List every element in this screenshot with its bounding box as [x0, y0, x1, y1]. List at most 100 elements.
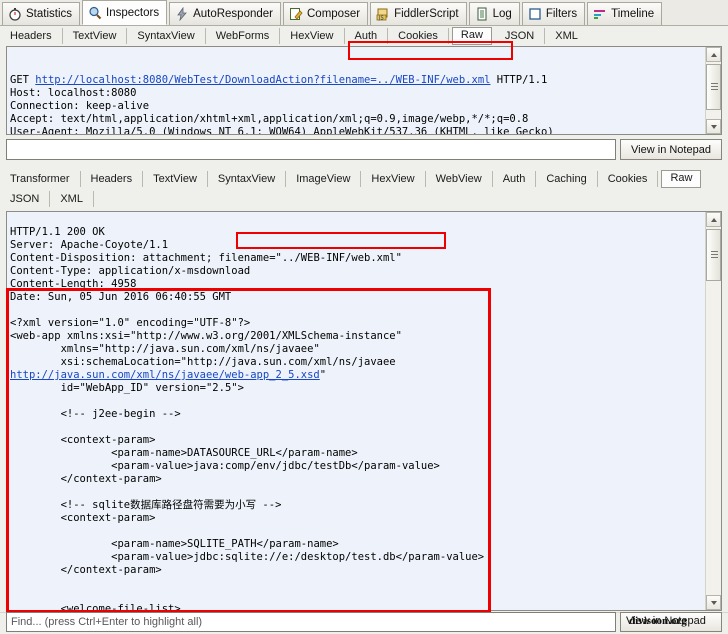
main-tab-autoresponder-label: AutoResponder	[193, 8, 273, 20]
panel-splitter[interactable]	[0, 162, 728, 167]
response-tab-raw[interactable]: Raw	[661, 169, 702, 188]
main-tab-fiddlerscript[interactable]: JS FiddlerScript	[370, 2, 467, 25]
response-tab-textview[interactable]: TextView	[143, 170, 208, 187]
request-tab-cookies[interactable]: Cookies	[388, 27, 449, 44]
response-filename-value: filename="../WEB-INF/web.xml"	[218, 252, 402, 264]
response-tab-auth[interactable]: Auth	[493, 170, 537, 187]
request-tab-raw-label: Raw	[460, 28, 483, 41]
response-tab-json-label: JSON	[10, 192, 40, 205]
request-query-highlight: filename=../WEB-INF/web.xml	[319, 74, 491, 86]
request-tab-textview-label: TextView	[72, 29, 117, 42]
response-tab-headers[interactable]: Headers	[81, 170, 144, 187]
response-tab-headers-label: Headers	[90, 172, 133, 185]
pencil-note-icon	[289, 7, 303, 21]
response-view-in-notepad-button[interactable]: View in Notepad divisoon.org	[620, 612, 722, 632]
response-raw-text[interactable]: HTTP/1.1 200 OK Server: Apache-Coyote/1.…	[7, 212, 721, 611]
request-tab-json[interactable]: JSON	[495, 27, 546, 44]
main-tab-autoresponder[interactable]: AutoResponder	[169, 2, 281, 25]
main-tab-inspectors[interactable]: Inspectors	[82, 0, 168, 25]
response-tab-textview-label: TextView	[153, 172, 197, 185]
response-tab-caching[interactable]: Caching	[536, 170, 598, 187]
magnifier-icon	[88, 6, 102, 20]
response-tab-hexview[interactable]: HexView	[361, 170, 426, 187]
main-tab-statistics[interactable]: Statistics	[2, 2, 81, 25]
response-body-schema-link[interactable]: http://java.sun.com/xml/ns/javaee/web-ap…	[10, 369, 320, 381]
scroll-thumb-request[interactable]	[706, 64, 721, 110]
response-tab-raw-label: Raw	[670, 171, 693, 184]
scroll-up-arrow-request[interactable]	[706, 47, 721, 62]
response-tab-cookies-label: Cookies	[607, 172, 648, 185]
request-view-in-notepad-label: View in Notepad	[631, 143, 711, 156]
request-tab-raw[interactable]: Raw	[451, 26, 492, 45]
request-tab-syntaxview-label: SyntaxView	[137, 29, 195, 42]
request-url-link[interactable]: http://localhost:8080/WebTest/DownloadAc…	[35, 74, 319, 86]
response-tab-cookies[interactable]: Cookies	[598, 170, 659, 187]
request-raw-panel: GET http://localhost:8080/WebTest/Downlo…	[6, 46, 722, 135]
scroll-up-arrow-response[interactable]	[706, 212, 721, 227]
response-tab-imageview[interactable]: ImageView	[286, 170, 362, 187]
response-body-part1: <?xml version="1.0" encoding="UTF-8"?> <…	[10, 317, 402, 368]
request-tab-auth-label: Auth	[354, 29, 378, 42]
main-tab-composer[interactable]: Composer	[283, 2, 369, 25]
main-tab-statistics-label: Statistics	[26, 8, 73, 20]
response-find-input[interactable]: Find... (press Ctrl+Enter to highlight a…	[6, 612, 616, 632]
request-panel-scrollbar[interactable]	[705, 47, 721, 134]
response-tab-xml-label: XML	[60, 192, 83, 205]
request-tab-xml-label: XML	[555, 29, 578, 42]
response-tab-syntaxview[interactable]: SyntaxView	[208, 170, 287, 187]
response-body-part2: " id="WebApp_ID" version="2.5"> <!-- j2e…	[60, 369, 485, 611]
script-js-icon: JS	[376, 7, 390, 21]
fiddler-inspectors-window: Statistics Inspectors AutoResponder Comp…	[0, 0, 728, 634]
request-tab-syntaxview[interactable]: SyntaxView	[127, 27, 206, 44]
scroll-thumb-response[interactable]	[706, 229, 721, 281]
request-tab-hexview[interactable]: HexView	[280, 27, 345, 44]
request-tab-auth[interactable]: Auth	[345, 27, 389, 44]
response-tab-json[interactable]: JSON	[0, 190, 51, 207]
scroll-down-arrow-response[interactable]	[706, 595, 721, 610]
response-tab-transformer[interactable]: Transformer	[0, 170, 81, 187]
request-tab-textview[interactable]: TextView	[63, 27, 128, 44]
request-tab-headers[interactable]: Headers	[0, 27, 63, 44]
response-tab-webview[interactable]: WebView	[426, 170, 493, 187]
response-tab-spacer	[94, 191, 117, 207]
main-tab-filters[interactable]: Filters	[521, 2, 586, 25]
response-tab-bar-row1: Transformer Headers TextView SyntaxView …	[0, 169, 728, 188]
request-protocol: HTTP/1.1	[490, 74, 548, 86]
response-tab-webview-label: WebView	[435, 172, 482, 185]
response-tab-hexview-label: HexView	[371, 172, 415, 185]
response-tab-xml[interactable]: XML	[50, 190, 94, 207]
request-tab-bar: Headers TextView SyntaxView WebForms Hex…	[0, 26, 728, 45]
main-tab-log[interactable]: Log	[468, 2, 520, 25]
request-tab-webforms-label: WebForms	[215, 29, 270, 42]
main-tab-filters-label: Filters	[545, 8, 578, 20]
main-tab-bar: Statistics Inspectors AutoResponder Comp…	[0, 0, 728, 26]
request-view-in-notepad-button[interactable]: View in Notepad	[620, 139, 722, 160]
request-tab-json-label: JSON	[504, 29, 535, 42]
request-method: GET	[10, 74, 36, 86]
scroll-down-arrow-request[interactable]	[706, 119, 721, 134]
response-tab-syntaxview-label: SyntaxView	[217, 172, 276, 185]
request-tab-cookies-label: Cookies	[398, 29, 438, 42]
main-tab-timeline[interactable]: Timeline	[587, 2, 663, 25]
stopwatch-icon	[8, 7, 22, 21]
response-tab-caching-label: Caching	[546, 172, 587, 185]
request-tab-headers-label: Headers	[10, 29, 52, 42]
request-line: GET http://localhost:8080/WebTest/Downlo…	[10, 74, 718, 87]
response-tab-imageview-label: ImageView	[296, 172, 351, 185]
request-tab-xml[interactable]: XML	[545, 28, 588, 44]
request-raw-text[interactable]: GET http://localhost:8080/WebTest/Downlo…	[7, 47, 721, 135]
response-tab-transformer-label: Transformer	[10, 172, 70, 185]
response-headers-post: Content-Type: application/x-msdownload C…	[10, 265, 251, 303]
request-tab-hexview-label: HexView	[290, 29, 334, 42]
request-headers-text: Host: localhost:8080 Connection: keep-al…	[10, 87, 554, 135]
request-tab-webforms[interactable]: WebForms	[206, 27, 281, 44]
main-tab-timeline-label: Timeline	[611, 8, 655, 20]
response-raw-panel: HTTP/1.1 200 OK Server: Apache-Coyote/1.…	[6, 211, 722, 611]
response-status-and-headers-pre: HTTP/1.1 200 OK Server: Apache-Coyote/1.…	[10, 226, 213, 264]
response-watermark-label: divisoon.org	[629, 615, 687, 627]
main-tab-inspectors-label: Inspectors	[106, 6, 160, 19]
main-tab-log-label: Log	[492, 8, 512, 20]
request-find-input[interactable]	[6, 139, 616, 160]
response-panel-scrollbar[interactable]	[705, 212, 721, 610]
response-tab-auth-label: Auth	[502, 172, 526, 185]
